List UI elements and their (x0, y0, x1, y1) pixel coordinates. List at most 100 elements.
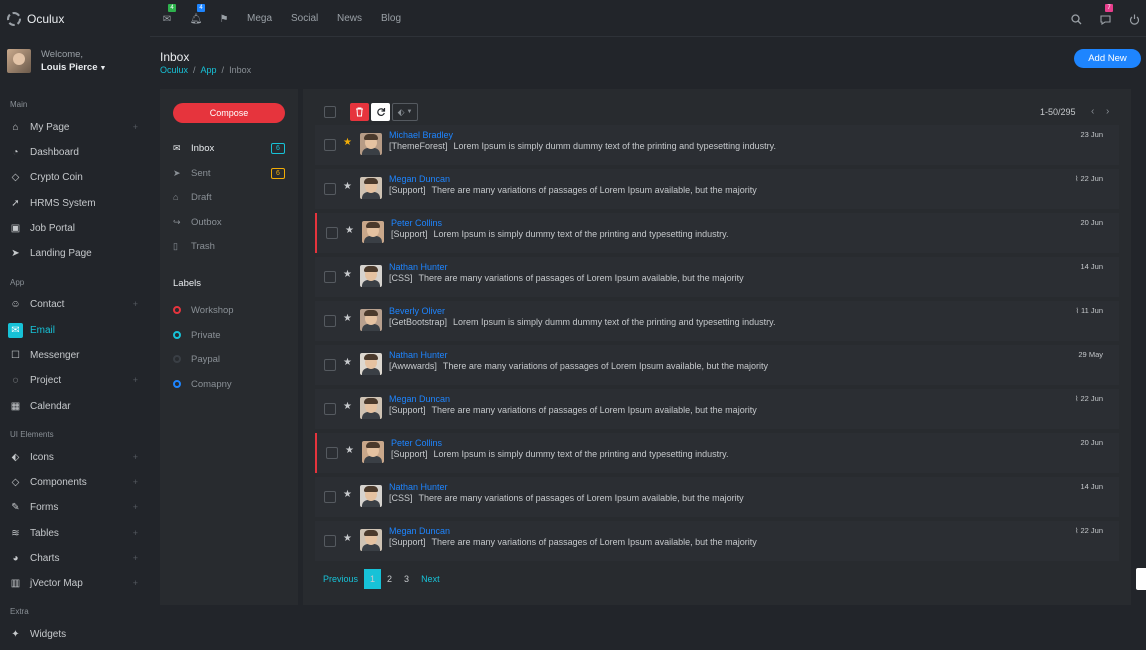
folder-draft[interactable]: ⌂ Draft (173, 189, 285, 205)
folder-sent[interactable]: ➤ Sent 6 (173, 165, 285, 181)
sidebar-item-calendar[interactable]: ▦ Calendar (8, 397, 140, 415)
star-icon[interactable]: ★ (343, 357, 352, 368)
label-workshop[interactable]: Workshop (173, 303, 234, 317)
breadcrumb-app[interactable]: App (201, 65, 217, 75)
sidebar-item-my-page[interactable]: ⌂ My Page + (8, 118, 140, 136)
scroll-top-button[interactable] (1136, 568, 1146, 590)
mail-snippet: There are many variations of passages of… (431, 405, 757, 415)
chat-icon[interactable] (1099, 13, 1111, 25)
star-icon[interactable]: ★ (343, 489, 352, 500)
brand[interactable]: Oculux (7, 10, 64, 28)
pagination-page-2[interactable]: 2 (381, 569, 398, 589)
sidebar-item-charts[interactable]: ◕ Charts + (8, 549, 140, 567)
row-checkbox[interactable] (324, 315, 336, 327)
star-icon[interactable]: ★ (343, 269, 352, 280)
mail-sender[interactable]: Megan Duncan (389, 174, 450, 184)
sidebar-item-email[interactable]: ✉ Email (8, 321, 140, 339)
bell-icon[interactable]: 🔔︎ (190, 13, 203, 25)
sidebar-item-components[interactable]: ◇ Components + (8, 473, 140, 491)
refresh-button[interactable] (371, 103, 390, 121)
compose-button[interactable]: Compose (173, 103, 285, 123)
sidebar-item-widgets[interactable]: ✦ Widgets (8, 625, 140, 643)
sidebar-item-contact[interactable]: ☺ Contact + (8, 295, 140, 313)
label-private[interactable]: Private (173, 328, 221, 342)
row-checkbox[interactable] (324, 139, 336, 151)
star-icon[interactable]: ★ (343, 181, 352, 192)
mail-sender[interactable]: Michael Bradley (389, 130, 453, 140)
tag-dropdown-button[interactable]: ⬖ ▼ (392, 103, 418, 121)
pagination-previous[interactable]: Previous (317, 569, 364, 589)
mail-row[interactable]: ★ Nathan Hunter [CSS] There are many vari… (315, 477, 1119, 517)
topnav-news[interactable]: News (337, 13, 362, 24)
mail-sender[interactable]: Nathan Hunter (389, 262, 448, 272)
mail-row[interactable]: ★ Michael Bradley [ThemeForest] Lorem Ips… (315, 125, 1119, 165)
mail-sender[interactable]: Megan Duncan (389, 526, 450, 536)
delete-button[interactable] (350, 103, 369, 121)
mail-row[interactable]: ★ Nathan Hunter [CSS] There are many vari… (315, 257, 1119, 297)
row-checkbox[interactable] (324, 271, 336, 283)
sidebar-item-jvector-map[interactable]: ▥ jVector Map + (8, 574, 140, 592)
mail-row[interactable]: ★ Beverly Oliver [GetBootstrap] Lorem Ips… (315, 301, 1119, 341)
mail-sender[interactable]: Nathan Hunter (389, 482, 448, 492)
topnav-blog[interactable]: Blog (381, 13, 401, 24)
mail-row[interactable]: ★ Peter Collins [Support] Lorem Ipsum is … (315, 433, 1119, 473)
mail-sender[interactable]: Beverly Oliver (389, 306, 445, 316)
flag-icon[interactable]: ⚑ (218, 13, 230, 25)
prev-page-icon[interactable]: ‹ (1091, 106, 1094, 117)
breadcrumb-oculux[interactable]: Oculux (160, 65, 188, 75)
search-icon[interactable] (1070, 13, 1082, 25)
folder-outbox[interactable]: ↪ Outbox (173, 214, 285, 230)
sidebar-item-forms[interactable]: ✎ Forms + (8, 498, 140, 516)
label-comapny[interactable]: Comapny (173, 377, 232, 391)
sidebar-item-project[interactable]: ◌ Project + (8, 371, 140, 389)
sidebar-item-job-portal[interactable]: ▣ Job Portal (8, 219, 140, 237)
row-checkbox[interactable] (324, 403, 336, 415)
row-checkbox[interactable] (324, 359, 336, 371)
star-icon[interactable]: ★ (343, 313, 352, 324)
envelope-icon[interactable]: ✉ (161, 13, 173, 25)
sidebar-item-dashboard[interactable]: ◔ Dashboard (8, 143, 140, 161)
mail-sender[interactable]: Megan Duncan (389, 394, 450, 404)
pagination-next[interactable]: Next (415, 569, 446, 589)
sidebar-item-tables[interactable]: ≋ Tables + (8, 524, 140, 542)
row-checkbox[interactable] (324, 535, 336, 547)
topnav-mega[interactable]: Mega (247, 13, 272, 24)
mail-row[interactable]: ★ Peter Collins [Support] Lorem Ipsum is … (315, 213, 1119, 253)
star-icon[interactable]: ★ (343, 533, 352, 544)
row-checkbox[interactable] (324, 491, 336, 503)
mail-row[interactable]: ★ Nathan Hunter [Awwwards] There are many… (315, 345, 1119, 385)
mail-row[interactable]: ★ Megan Duncan [Support] There are many v… (315, 521, 1119, 561)
mail-sender[interactable]: Peter Collins (391, 218, 442, 228)
sidebar-item-label: Components (30, 476, 87, 488)
avatar[interactable] (7, 49, 31, 73)
sidebar-item-icons[interactable]: ⬖ Icons + (8, 448, 140, 466)
star-icon[interactable]: ★ (343, 401, 352, 412)
sidebar-item-hrms-system[interactable]: ➚ HRMS System (8, 194, 140, 212)
star-icon[interactable]: ★ (343, 137, 352, 148)
pagination-page-3[interactable]: 3 (398, 569, 415, 589)
mail-sender[interactable]: Peter Collins (391, 438, 442, 448)
sidebar-item-landing-page[interactable]: ➤ Landing Page (8, 244, 140, 262)
sidebar-item-messenger[interactable]: ☐ Messenger (8, 346, 140, 364)
star-icon[interactable]: ★ (345, 445, 354, 456)
power-icon[interactable] (1128, 13, 1140, 25)
topnav-social[interactable]: Social (291, 13, 318, 24)
mail-sender[interactable]: Nathan Hunter (389, 350, 448, 360)
row-checkbox[interactable] (326, 447, 338, 459)
diamond-icon: ◇ (11, 476, 20, 488)
star-icon[interactable]: ★ (345, 225, 354, 236)
label-paypal[interactable]: Paypal (173, 352, 220, 366)
mail-row[interactable]: ★ Megan Duncan [Support] There are many v… (315, 389, 1119, 429)
add-new-button[interactable]: Add New (1074, 49, 1141, 68)
mail-row[interactable]: ★ Megan Duncan [Support] There are many v… (315, 169, 1119, 209)
pagination-page-1[interactable]: 1 (364, 569, 382, 589)
folder-trash[interactable]: ▯ Trash (173, 238, 285, 254)
row-checkbox[interactable] (326, 227, 338, 239)
sidebar-item-crypto-coin[interactable]: ◇ Crypto Coin (8, 168, 140, 186)
sidebar-item-label: Calendar (30, 400, 71, 412)
user-menu[interactable]: Louis Pierce ▼ (41, 62, 106, 73)
folder-inbox[interactable]: ✉ Inbox 6 (173, 140, 285, 156)
row-checkbox[interactable] (324, 183, 336, 195)
next-page-icon[interactable]: › (1106, 106, 1109, 117)
select-all-checkbox[interactable] (324, 106, 336, 118)
